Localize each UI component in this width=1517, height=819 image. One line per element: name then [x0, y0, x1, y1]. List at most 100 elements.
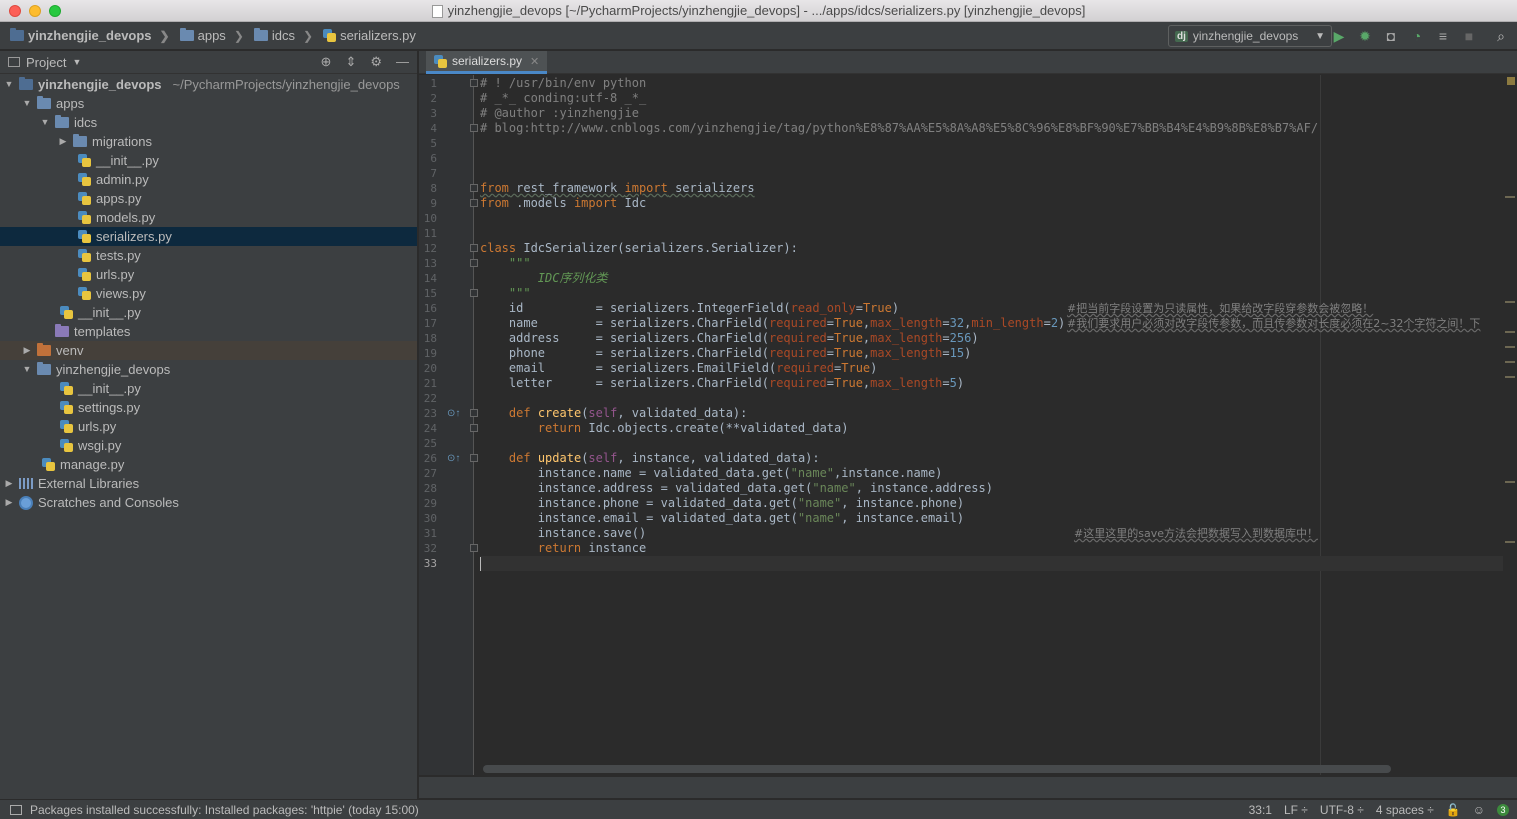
encoding-selector[interactable]: UTF-8 ÷ — [1320, 803, 1364, 817]
horizontal-scrollbar[interactable] — [483, 765, 1391, 773]
inspector-icon[interactable]: ☺ — [1473, 803, 1485, 817]
expand-arrow-icon[interactable]: ▶ — [4, 493, 14, 512]
stripe-marker[interactable] — [1505, 301, 1515, 303]
code-line: def update(self, instance, validated_dat… — [508, 451, 820, 465]
fold-marker-icon[interactable] — [470, 424, 478, 432]
lock-icon[interactable]: 🔓 — [1446, 803, 1461, 817]
tree-item-package[interactable]: ▼ yinzhengjie_devops — [0, 360, 417, 379]
fold-marker-icon[interactable] — [470, 454, 478, 462]
fold-marker-icon[interactable] — [470, 544, 478, 552]
stripe-marker[interactable] — [1505, 481, 1515, 483]
tree-item-file[interactable]: models.py — [0, 208, 417, 227]
search-icon[interactable]: ⌕ — [1493, 28, 1509, 44]
tree-item-venv[interactable]: ▶ venv — [0, 341, 417, 360]
stripe-marker[interactable] — [1505, 331, 1515, 333]
stripe-marker[interactable] — [1505, 376, 1515, 378]
expand-arrow-icon[interactable]: ▶ — [22, 341, 32, 360]
code-token: email = serializers.EmailField( — [480, 361, 777, 375]
expand-arrow-icon[interactable]: ▼ — [4, 75, 14, 94]
breadcrumb-idcs[interactable]: idcs ❯ — [244, 28, 313, 43]
stop-icon[interactable]: ■ — [1461, 28, 1477, 44]
tree-item-file[interactable]: __init__.py — [0, 151, 417, 170]
fold-marker-icon[interactable] — [470, 289, 478, 297]
gear-icon[interactable]: ⚙ — [370, 54, 382, 70]
tree-item-templates[interactable]: templates — [0, 322, 417, 341]
tree-item-file[interactable]: manage.py — [0, 455, 417, 474]
collapse-all-icon[interactable]: ⇕ — [345, 54, 356, 70]
tab-serializers[interactable]: serializers.py ✕ — [426, 51, 548, 74]
minimize-window-button[interactable] — [29, 5, 41, 17]
inspection-status-icon[interactable] — [1507, 77, 1515, 85]
tree-item-file[interactable]: __init__.py — [0, 303, 417, 322]
fold-marker-icon[interactable] — [470, 409, 478, 417]
fold-marker-icon[interactable] — [470, 199, 478, 207]
coverage-icon[interactable]: ◘ — [1383, 28, 1399, 44]
error-stripe[interactable] — [1503, 75, 1517, 775]
tree-item-idcs[interactable]: ▼ idcs — [0, 113, 417, 132]
breadcrumb-project[interactable]: yinzhengjie_devops ❯ — [0, 28, 170, 43]
close-window-button[interactable] — [9, 5, 21, 17]
code-editor[interactable]: 1 2 3 4 5 6 7 8 9 10 11 12 13 14 15 16 1… — [419, 75, 1517, 798]
tree-item-file[interactable]: urls.py — [0, 417, 417, 436]
tree-item-file[interactable]: admin.py — [0, 170, 417, 189]
stripe-marker[interactable] — [1505, 346, 1515, 348]
expand-arrow-icon[interactable]: ▶ — [4, 474, 14, 493]
locate-icon[interactable]: ⊕ — [321, 54, 332, 70]
tree-item-file[interactable]: urls.py — [0, 265, 417, 284]
chevron-down-icon[interactable]: ▼ — [72, 57, 81, 67]
breadcrumb-file[interactable]: serializers.py — [313, 28, 416, 43]
tree-item-label: settings.py — [78, 400, 141, 415]
tree-item-file[interactable]: __init__.py — [0, 379, 417, 398]
project-view-selector[interactable]: Project — [26, 55, 66, 70]
line-number: 22 — [423, 392, 437, 405]
fold-marker-icon[interactable] — [470, 244, 478, 252]
stripe-marker[interactable] — [1505, 361, 1515, 363]
line-number: 18 — [423, 332, 437, 345]
line-number: 25 — [423, 437, 437, 450]
tree-item-scratches[interactable]: ▶ Scratches and Consoles — [0, 493, 417, 512]
fold-marker-icon[interactable] — [470, 184, 478, 192]
tree-item-file[interactable]: wsgi.py — [0, 436, 417, 455]
code-token: letter = serializers.CharField( — [480, 376, 769, 390]
python-file-icon — [78, 192, 91, 205]
tree-item-file[interactable]: tests.py — [0, 246, 417, 265]
close-tab-icon[interactable]: ✕ — [530, 55, 539, 68]
tree-item-migrations[interactable]: ▶ migrations — [0, 132, 417, 151]
line-separator-selector[interactable]: LF ÷ — [1284, 803, 1308, 817]
expand-arrow-icon[interactable]: ▼ — [22, 360, 32, 379]
stripe-marker[interactable] — [1505, 196, 1515, 198]
expand-arrow-icon[interactable]: ▼ — [40, 113, 50, 132]
tree-item-file[interactable]: apps.py — [0, 189, 417, 208]
stripe-marker[interactable] — [1505, 541, 1515, 543]
expand-arrow-icon[interactable]: ▼ — [22, 94, 32, 113]
override-marker-icon[interactable]: ⊙↑ — [447, 406, 460, 421]
tree-item-file[interactable]: settings.py — [0, 398, 417, 417]
caret-position[interactable]: 33:1 — [1249, 803, 1272, 817]
expand-arrow-icon[interactable]: ▶ — [58, 132, 68, 151]
run-icon[interactable]: ▶ — [1331, 28, 1347, 44]
maximize-window-button[interactable] — [49, 5, 61, 17]
tool-windows-icon[interactable] — [10, 804, 22, 815]
tree-item-external-libraries[interactable]: ▶ External Libraries — [0, 474, 417, 493]
tree-item-label: urls.py — [96, 267, 135, 282]
override-marker-icon[interactable]: ⊙↑ — [447, 451, 460, 466]
fold-marker-icon[interactable] — [470, 259, 478, 267]
concurrency-icon[interactable]: ≡ — [1435, 28, 1451, 44]
code-line: IDC序列化类 — [480, 271, 608, 285]
self-keyword: self — [588, 451, 618, 465]
hide-icon[interactable]: — — [396, 54, 409, 70]
indent-selector[interactable]: 4 spaces ÷ — [1376, 803, 1434, 817]
debug-icon[interactable]: ✹ — [1357, 28, 1373, 44]
run-configuration-select[interactable]: dj yinzhengjie_devops ▼ — [1168, 25, 1332, 47]
profile-icon[interactable]: ◔ — [1409, 28, 1425, 44]
tree-item-file[interactable]: views.py — [0, 284, 417, 303]
tree-item-file-selected[interactable]: serializers.py — [0, 227, 417, 246]
status-message[interactable]: Packages installed successfully: Install… — [30, 803, 419, 817]
tree-item-project-root[interactable]: ▼ yinzhengjie_devops ~/PycharmProjects/y… — [0, 75, 417, 94]
tree-item-apps[interactable]: ▼ apps — [0, 94, 417, 113]
event-log-badge[interactable]: 3 — [1497, 803, 1509, 816]
fold-marker-icon[interactable] — [470, 79, 478, 87]
breadcrumb-apps[interactable]: apps ❯ — [170, 28, 244, 43]
fold-marker-icon[interactable] — [470, 124, 478, 132]
folder-icon — [253, 28, 268, 41]
